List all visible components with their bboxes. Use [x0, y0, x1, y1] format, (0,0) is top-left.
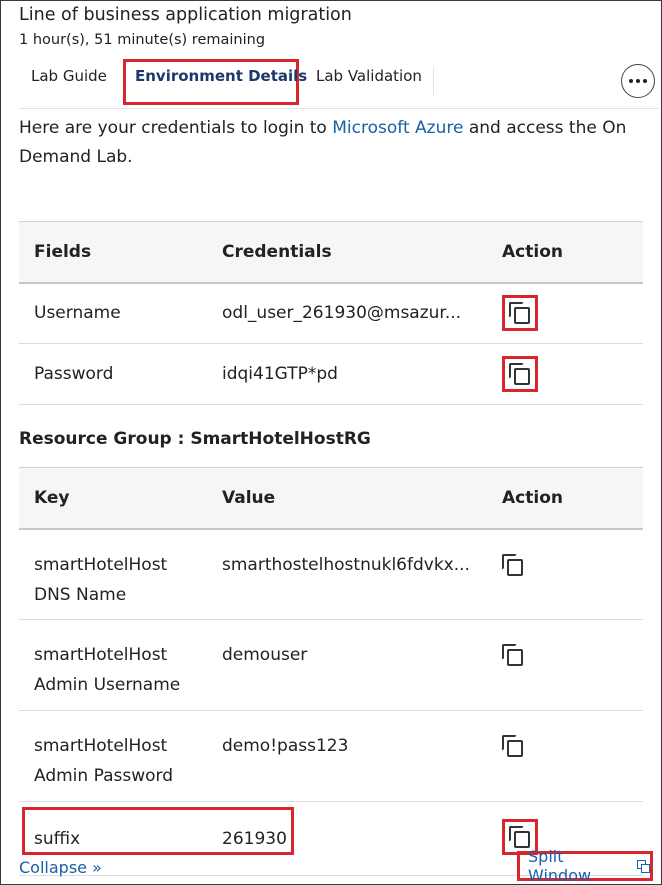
copy-admin-password-button[interactable] [502, 735, 524, 757]
field-username: Username [19, 282, 207, 344]
column-header: Fields [19, 221, 207, 284]
table-row: Password idqi41GTP*pd [19, 343, 643, 405]
column-header: Value [207, 467, 487, 530]
column-header: Action [487, 467, 643, 530]
credentials-table: Fields Credentials Action Username odl_u… [19, 221, 643, 405]
copy-icon [509, 363, 531, 385]
lab-panel: Line of business application migration 1… [0, 0, 662, 885]
copy-icon [502, 735, 524, 757]
copy-admin-username-button[interactable] [502, 644, 524, 666]
more-options-button[interactable] [621, 64, 655, 98]
tab-divider [433, 67, 434, 95]
table-header-row: Key Value Action [19, 467, 643, 530]
split-window-label: Split Window [528, 847, 592, 885]
tab-environment-details[interactable]: Environment Details [135, 67, 307, 85]
copy-icon [502, 644, 524, 666]
table-header-row: Fields Credentials Action [19, 221, 643, 284]
admin-password-value: demo!pass123 [207, 710, 487, 802]
admin-username-value: demouser [207, 619, 487, 711]
dns-name-value: smarthostelhostnukl6fdvkx... [222, 554, 470, 575]
lab-title: Line of business application migration [19, 5, 352, 25]
microsoft-azure-link[interactable]: Microsoft Azure [332, 118, 463, 138]
field-password: Password [19, 343, 207, 405]
more-icon [629, 79, 634, 83]
copy-icon [509, 302, 531, 325]
resource-group-heading: Resource Group : SmartHotelHostRG [19, 429, 371, 449]
copy-username-button[interactable] [502, 295, 538, 332]
copy-dns-name-button[interactable] [502, 553, 524, 576]
key-cell: smartHotelHost Admin Password [19, 710, 207, 802]
column-header: Action [487, 221, 643, 284]
tab-bar: Lab Guide Environment Details Lab Valida… [19, 57, 659, 109]
table-row: smartHotelHost DNS Name smarthostelhostnu… [19, 528, 643, 620]
table-row: smartHotelHost Admin Password demo!pass12… [19, 710, 643, 802]
resource-group-table: Key Value Action smartHotelHost DNS Name … [19, 467, 643, 876]
key-cell: smartHotelHost DNS Name [19, 528, 207, 620]
intro-text: Here are your credentials to login to Mi… [19, 118, 627, 167]
split-window-icon [637, 859, 651, 873]
table-row: Username odl_user_261930@msazur... [19, 282, 643, 344]
suffix-value: 261930 [207, 801, 487, 876]
column-header: Credentials [207, 221, 487, 284]
tab-lab-validation[interactable]: Lab Validation [316, 67, 422, 85]
key-cell: smartHotelHost Admin Username [19, 619, 207, 711]
collapse-link[interactable]: Collapse » [19, 858, 102, 877]
copy-icon [502, 553, 524, 576]
time-remaining: 1 hour(s), 51 minute(s) remaining [19, 32, 266, 48]
split-window-button[interactable]: Split Window [517, 847, 653, 885]
copy-password-button[interactable] [502, 356, 538, 392]
column-header: Key [19, 467, 207, 530]
table-row: smartHotelHost Admin Username demouser [19, 619, 643, 711]
tab-lab-guide[interactable]: Lab Guide [31, 67, 107, 85]
password-value: idqi41GTP*pd [207, 343, 487, 405]
copy-icon [509, 826, 531, 848]
username-value: odl_user_261930@msazur... [222, 303, 462, 324]
